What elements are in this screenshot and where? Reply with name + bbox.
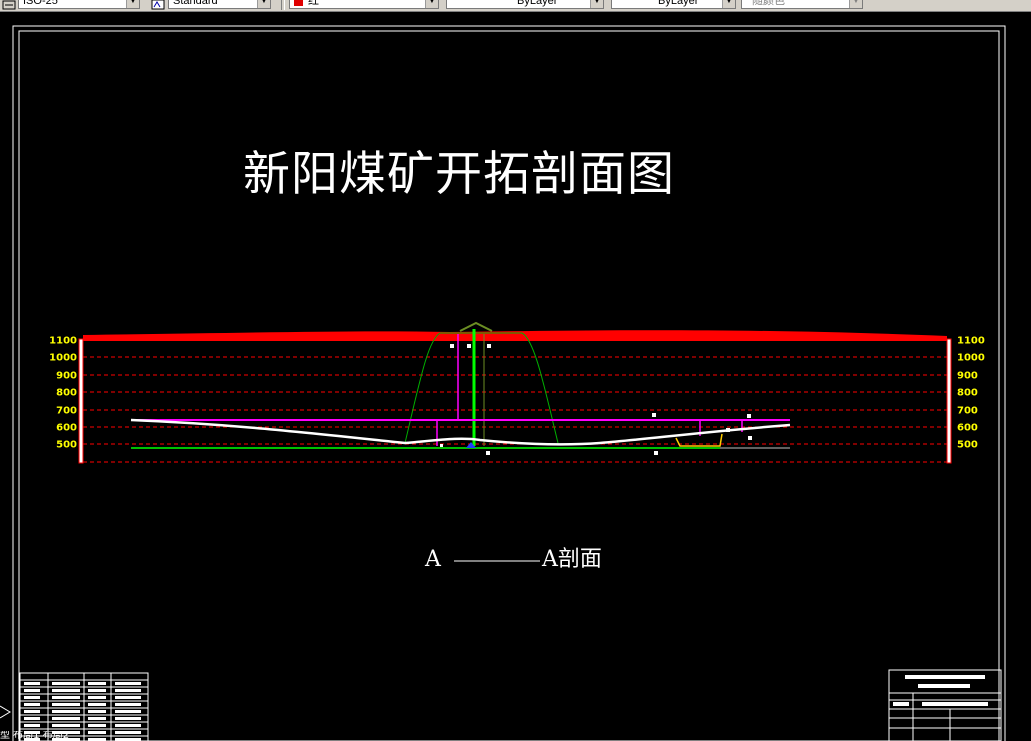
color-swatch: [294, 0, 303, 6]
table-cell-text: [88, 682, 106, 685]
textstyle-value: Standard: [173, 0, 218, 7]
color-select[interactable]: 红 ▼: [289, 0, 439, 9]
table-cell-text: [115, 682, 141, 685]
table-cell-text: [115, 689, 141, 692]
chevron-down-icon[interactable]: ▼: [722, 0, 735, 8]
table-cell-text: [24, 689, 40, 692]
chevron-down-icon[interactable]: ▼: [849, 0, 862, 8]
chevron-down-icon[interactable]: ▼: [257, 0, 270, 8]
table-cell-text: [52, 717, 80, 720]
table-cell-text: [52, 689, 80, 692]
table-cell-text: [88, 724, 106, 727]
table-cell-text: [52, 724, 80, 727]
right-end-post: [946, 338, 952, 464]
layout-tabs[interactable]: 型 布局1 布局2: [0, 731, 140, 741]
plotstyle-select[interactable]: 随颜色 ▼: [741, 0, 863, 9]
table-cell-text: [88, 703, 106, 706]
table-cell-text: [24, 696, 40, 699]
elevation-labels-left: 1100 1000 900 800 700 600 500: [49, 336, 77, 451]
elevation-label: 500: [56, 440, 77, 451]
drawing-inner-frame: [18, 30, 1000, 741]
elevation-label: 700: [957, 406, 978, 417]
table-cell-text: [88, 710, 106, 713]
elevation-label: 1100: [49, 336, 77, 347]
elevation-label: 600: [957, 423, 978, 434]
hill-peak: [459, 321, 493, 332]
toolbar-separator: [281, 0, 285, 10]
table-cell-text: [115, 696, 141, 699]
textstyle-select[interactable]: Standard ▼: [168, 0, 271, 9]
elevation-label: 800: [56, 388, 77, 399]
elevation-label: 700: [56, 406, 77, 417]
table-cell-text: [88, 696, 106, 699]
drawing-canvas[interactable]: 1100 1000 900 800 700 600 500 1100 1000 900 800 70…: [0, 11, 1031, 741]
textstyle-icon[interactable]: [151, 0, 165, 10]
elevation-label: 1000: [49, 353, 77, 364]
drawing-title: 新阳煤矿开拓剖面图: [243, 147, 675, 202]
elevation-label: 1100: [957, 336, 985, 347]
color-value: 红: [308, 0, 319, 7]
ground-surface: [83, 330, 947, 341]
chevron-down-icon[interactable]: ▼: [425, 0, 438, 8]
table-cell-text: [115, 724, 141, 727]
dimstyle-icon[interactable]: [2, 0, 16, 10]
table-cell-text: [24, 710, 40, 713]
elevation-label: 500: [957, 440, 978, 451]
table-cell-text: [88, 689, 106, 692]
section-label-end: A剖面: [542, 547, 602, 572]
elevation-label: 1000: [957, 353, 985, 364]
plotstyle-value: 随颜色: [752, 0, 785, 7]
section-label-start: A: [425, 547, 441, 572]
dimstyle-value: ISO-25: [23, 0, 58, 7]
table-cell-text: [24, 724, 40, 727]
lineweight-select[interactable]: ByLayer ▼: [611, 0, 736, 9]
lineweight-value: ByLayer: [658, 0, 699, 7]
elevation-label: 900: [957, 371, 978, 382]
table-cell-text: [88, 717, 106, 720]
linetype-value: ByLayer: [517, 0, 558, 7]
table-cell-text: [115, 710, 141, 713]
table-cell-text: [52, 682, 80, 685]
table-cell-text: [24, 717, 40, 720]
drawing-outer-frame: [12, 25, 1006, 741]
cursor-arrow-icon: [0, 705, 11, 719]
linetype-select[interactable]: ByLayer ▼: [446, 0, 604, 9]
table-cell-text: [52, 703, 80, 706]
table-cell-text: [52, 696, 80, 699]
table-cell-text: [115, 717, 141, 720]
elevation-labels-right: 1100 1000 900 800 700 600 500: [957, 336, 985, 451]
chevron-down-icon[interactable]: ▼: [126, 0, 139, 8]
table-cell-text: [115, 703, 141, 706]
elevation-label: 900: [56, 371, 77, 382]
elevation-label: 800: [957, 388, 978, 399]
dimstyle-select[interactable]: ISO-25 ▼: [18, 0, 140, 9]
left-end-post: [78, 338, 84, 464]
table-cell-text: [24, 682, 40, 685]
table-cell-text: [52, 710, 80, 713]
elevation-label: 600: [56, 423, 77, 434]
survey-markers: [440, 344, 752, 455]
coal-seam: [130, 418, 791, 446]
table-cell-text: [24, 703, 40, 706]
chevron-down-icon[interactable]: ▼: [590, 0, 603, 8]
title-block: [888, 669, 1002, 741]
